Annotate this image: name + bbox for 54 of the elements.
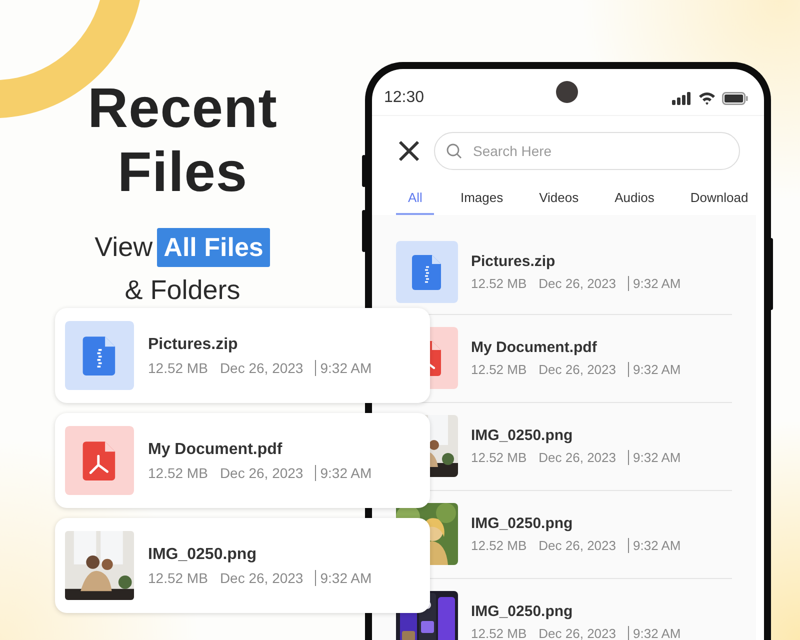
search-field[interactable]: Search Here bbox=[434, 132, 740, 170]
file-card[interactable]: IMG_0250.png 12.52 MB Dec 26, 2023 9:32 AM bbox=[55, 518, 430, 613]
pdf-file-icon bbox=[65, 426, 134, 495]
status-time: 12:30 bbox=[384, 89, 424, 107]
file-date: Dec 26, 2023 bbox=[538, 538, 616, 552]
file-date: Dec 26, 2023 bbox=[538, 626, 616, 640]
file-date: Dec 26, 2023 bbox=[220, 360, 304, 376]
file-name: My Document.pdf bbox=[148, 440, 284, 458]
file-date: Dec 26, 2023 bbox=[538, 362, 616, 376]
highlight-label: All Files bbox=[156, 228, 270, 267]
file-name: Pictures.zip bbox=[148, 336, 239, 354]
file-card[interactable]: Pictures.zip 12.52 MB Dec 26, 2023 9:32 AM bbox=[55, 308, 430, 403]
file-name: IMG_0250.png bbox=[471, 602, 574, 620]
file-size: 12.52 MB bbox=[471, 450, 527, 464]
file-size: 12.52 MB bbox=[148, 360, 208, 376]
file-date: Dec 26, 2023 bbox=[220, 570, 304, 586]
zip-file-icon bbox=[65, 321, 134, 390]
close-icon[interactable] bbox=[398, 140, 420, 162]
camera-dot bbox=[556, 81, 578, 103]
file-size: 12.52 MB bbox=[471, 626, 527, 640]
file-name: IMG_0250.png bbox=[471, 514, 574, 532]
file-time: 9:32 AM bbox=[628, 538, 681, 552]
tab[interactable]: Videos bbox=[539, 184, 579, 215]
file-date: Dec 26, 2023 bbox=[220, 464, 304, 480]
file-name: My Document.pdf bbox=[471, 338, 598, 356]
tab[interactable]: Images bbox=[460, 184, 504, 215]
subtitle-text: & Folders bbox=[124, 275, 240, 306]
file-name: IMG_0250.png bbox=[471, 426, 574, 444]
file-date: Dec 26, 2023 bbox=[538, 450, 616, 464]
signal-icon bbox=[672, 92, 692, 104]
zip-file-icon bbox=[396, 240, 458, 302]
file-size: 12.52 MB bbox=[471, 276, 527, 290]
subtitle-text: View bbox=[94, 232, 153, 263]
file-size: 12.52 MB bbox=[148, 464, 208, 480]
file-size: 12.52 MB bbox=[471, 362, 527, 376]
file-time: 9:32 AM bbox=[315, 464, 372, 480]
file-size: 12.52 MB bbox=[148, 570, 208, 586]
file-time: 9:32 AM bbox=[628, 362, 681, 376]
file-card[interactable]: My Document.pdf 12.52 MB Dec 26, 2023 9:32 AM bbox=[55, 413, 430, 508]
file-date: Dec 26, 2023 bbox=[538, 276, 616, 290]
tab[interactable]: Audios bbox=[614, 184, 654, 215]
file-name: Pictures.zip bbox=[471, 252, 556, 270]
file-time: 9:32 AM bbox=[628, 626, 681, 640]
battery-icon bbox=[722, 92, 748, 104]
file-name: IMG_0250.png bbox=[148, 546, 258, 564]
wifi-icon bbox=[698, 91, 716, 105]
file-time: 9:32 AM bbox=[628, 450, 681, 464]
file-time: 9:32 AM bbox=[628, 276, 681, 290]
file-time: 9:32 AM bbox=[315, 570, 372, 586]
file-time: 9:32 AM bbox=[315, 360, 372, 376]
search-icon bbox=[446, 143, 462, 159]
headline: Recent Files bbox=[86, 76, 278, 204]
tab[interactable]: Download bbox=[690, 184, 748, 215]
file-size: 12.52 MB bbox=[471, 538, 527, 552]
